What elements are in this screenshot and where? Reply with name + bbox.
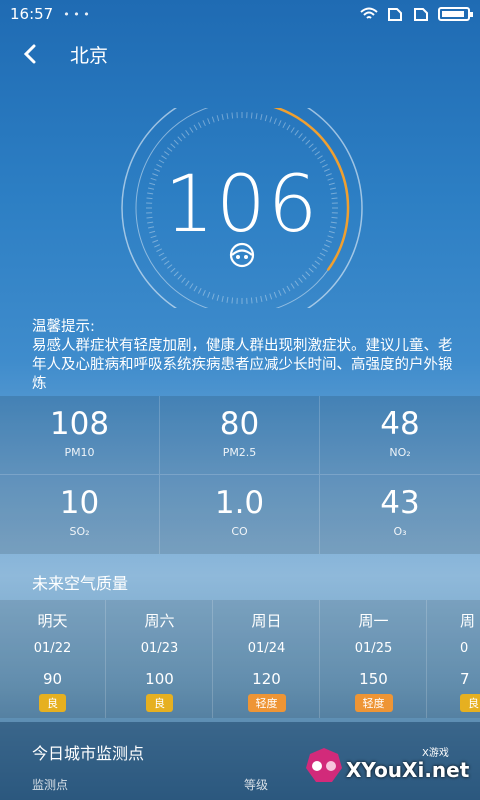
page-title: 北京	[70, 44, 109, 67]
tip-text: 易感人群症状有轻度加剧，健康人群出现刺激症状。建议儿童、老年人及心脏病和呼吸系统…	[32, 338, 453, 392]
status-extra: • • •	[63, 7, 90, 21]
wifi-icon	[360, 7, 378, 19]
day-name: 周六	[144, 612, 175, 630]
aqi-dial: 106	[120, 87, 364, 329]
day-date: 0	[460, 641, 469, 656]
back-button[interactable]	[22, 36, 62, 72]
pollutant-label: PM2.5	[222, 446, 257, 459]
monitor-title: 今日城市监测点	[32, 744, 145, 763]
pollutant-cell: 108 PM10	[0, 396, 160, 475]
col-header-level: 等级	[244, 778, 269, 792]
aqi-value: 106	[164, 160, 320, 250]
pollutant-cell: 43 O₃	[320, 475, 480, 554]
pollutant-value: 43	[380, 485, 420, 521]
gamepad-logo-icon	[306, 748, 342, 782]
health-tip: 温馨提示: 易感人群症状有轻度加剧，健康人群出现刺激症状。建议儿童、老年人及心脏…	[32, 318, 462, 394]
day-name: 周	[460, 612, 476, 630]
pollutant-value: 10	[59, 485, 100, 521]
battery-icon	[438, 7, 473, 21]
mask-face-icon	[229, 242, 255, 268]
sim-signal-icon	[388, 8, 402, 21]
watermark-tag: X游戏	[422, 748, 449, 759]
day-value: 7	[460, 670, 470, 688]
day-value: 120	[252, 670, 281, 688]
day-date: 01/23	[140, 641, 179, 656]
forecast-day[interactable]: 周日 01/24 120 轻度	[214, 600, 320, 718]
pollutant-cell: 80 PM2.5	[160, 396, 320, 475]
pollutant-value: 108	[49, 406, 110, 442]
pollutant-value: 80	[219, 406, 260, 442]
pollutant-label: O₃	[393, 525, 407, 538]
watermark-brand: XYouXi.net	[346, 758, 470, 782]
day-name: 周日	[251, 612, 282, 630]
tip-title: 温馨提示:	[32, 319, 95, 335]
pollutant-label: NO₂	[389, 446, 411, 459]
day-value: 100	[145, 670, 174, 688]
pollutant-grid: 108 PM10 80 PM2.5 48 NO₂ 10 SO₂ 1.0 CO 43 O₃	[0, 396, 480, 554]
day-date: 01/25	[354, 641, 393, 656]
future-section-title: 未来空气质量	[32, 574, 129, 593]
forecast-day[interactable]: 明天 01/22 90 良	[0, 600, 106, 718]
level-badge: 轻度	[354, 694, 393, 712]
pollutant-label: PM10	[64, 446, 95, 459]
day-name: 周一	[358, 612, 389, 630]
chevron-left-icon	[23, 44, 36, 64]
forecast-day[interactable]: 周六 01/23 100 良	[107, 600, 213, 718]
day-name: 明天	[37, 612, 68, 630]
header: 北京	[0, 36, 480, 72]
pollutant-cell: 10 SO₂	[0, 475, 160, 554]
level-badge: 良	[460, 694, 480, 712]
pollutant-cell: 1.0 CO	[160, 475, 320, 554]
pollutant-value: 48	[380, 406, 420, 442]
col-header-station: 监测点	[32, 778, 69, 792]
level-badge: 良	[39, 694, 66, 712]
status-bar: 16:57 • • •	[0, 0, 480, 28]
forecast-day[interactable]: 周一 01/25 150 轻度	[321, 600, 427, 718]
watermark: XYouXi.net X游戏	[302, 744, 472, 794]
forecast-scroller[interactable]: 明天 01/22 90 良 周六 01/23 100 良 周日 01/24 12…	[0, 600, 480, 718]
sim-signal-icon-2	[414, 8, 428, 21]
status-icons	[360, 7, 473, 21]
day-value: 90	[42, 670, 63, 688]
day-date: 01/22	[33, 641, 72, 656]
level-badge: 良	[146, 694, 173, 712]
status-time: 16:57	[10, 5, 54, 23]
pollutant-label: SO₂	[69, 525, 90, 538]
forecast-day[interactable]: 周 0 7 良	[428, 600, 480, 718]
day-date: 01/24	[247, 641, 286, 656]
pollutant-cell: 48 NO₂	[320, 396, 480, 475]
level-badge: 轻度	[247, 694, 286, 712]
pollutant-value: 1.0	[214, 485, 265, 521]
day-value: 150	[359, 670, 388, 688]
pollutant-label: CO	[231, 525, 248, 538]
